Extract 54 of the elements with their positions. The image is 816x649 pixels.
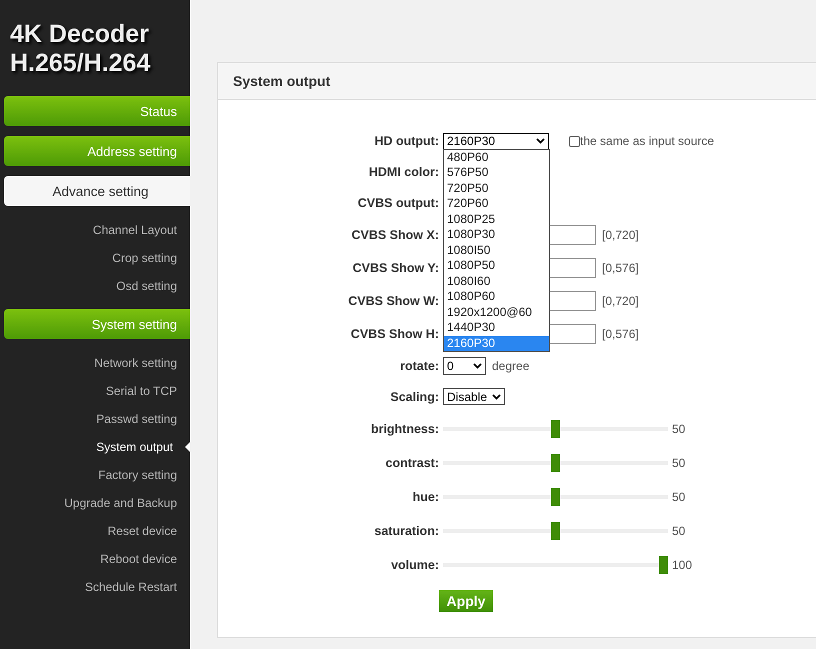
caret-icon [536,138,545,144]
dropdown-option[interactable]: 2160P30 [444,336,549,351]
slider-thumb[interactable] [551,420,560,438]
rotate-select[interactable]: 0 [443,356,486,374]
nav-item[interactable]: Passwd setting [96,412,177,426]
slider-thumb[interactable] [551,454,560,472]
brand-title: 4K Decoder [10,20,150,49]
range-hint: [0,720] [602,228,639,242]
field-label: Scaling: [389,390,440,404]
field-label: HD output: [373,134,440,148]
panel-title: System output [218,63,816,100]
range-hint: [0,720] [602,294,639,308]
nav-item[interactable]: Channel Layout [92,223,177,237]
unit-label: degree [492,358,530,372]
field-label: brightness: [370,422,440,436]
nav-item[interactable]: Network setting [94,356,177,370]
nav-item[interactable]: Upgrade and Backup [64,496,177,510]
field-label: CVBS output: [356,196,440,210]
field-label: saturation: [373,524,440,538]
field-label: HDMI color: [368,164,440,178]
nav-item[interactable]: System output [96,440,173,454]
checkbox-label: the same as input source [580,134,714,148]
brand-subtitle: H.265/H.264 [10,49,152,78]
field-label: CVBS Show H: [350,326,440,340]
field-label: hue: [412,490,440,504]
checkbox[interactable] [569,136,580,146]
nav-item[interactable]: Reboot device [100,552,177,566]
slider-value: 50 [672,490,686,504]
field-label: CVBS Show Y: [352,260,440,274]
field-label: CVBS Show W: [347,294,440,308]
nav-item[interactable]: Crop setting [112,251,177,265]
caret-icon [473,362,482,368]
nav-item[interactable]: Reset device [108,524,177,538]
slider-value: 50 [672,456,686,470]
nav-item[interactable]: Schedule Restart [84,580,177,594]
nav-item[interactable]: Factory setting [98,468,177,482]
range-hint: [0,576] [602,326,639,340]
hd-output-select[interactable]: 2160P30 [443,132,549,150]
slider-thumb[interactable] [659,556,668,574]
slider-thumb[interactable] [551,522,560,540]
nav-item[interactable]: Serial to TCP [106,384,177,398]
caret-icon [492,394,501,400]
slider-value: 100 [672,558,692,572]
range-hint: [0,576] [602,260,639,274]
field-label: contrast: [384,456,440,470]
field-label: rotate: [399,358,440,372]
slider-thumb[interactable] [551,488,560,506]
scaling-select[interactable]: Disable [443,388,505,405]
field-label: volume: [390,558,440,572]
slider-value: 50 [672,422,686,436]
slider-value: 50 [672,524,686,538]
field-label: CVBS Show X: [350,228,440,242]
nav-header[interactable]: Advance setting [4,176,190,206]
nav-item[interactable]: Osd setting [116,279,177,293]
